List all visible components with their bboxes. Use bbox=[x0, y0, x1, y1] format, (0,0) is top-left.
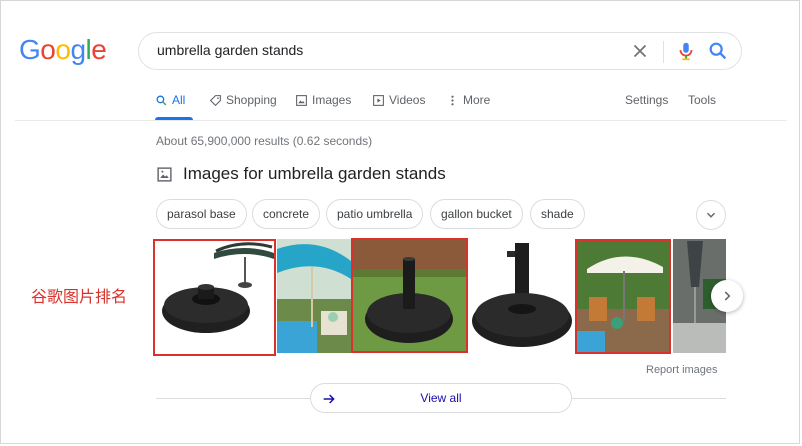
tab-label: All bbox=[172, 93, 186, 107]
settings-link[interactable]: Settings bbox=[625, 93, 668, 107]
logo-letter: e bbox=[91, 34, 107, 65]
result-stats: About 65,900,000 results (0.62 seconds) bbox=[156, 134, 373, 148]
tab-label: Shopping bbox=[226, 93, 277, 107]
browser-frame: Google All Shopping Images bbox=[0, 0, 800, 444]
chevron-right-icon bbox=[724, 291, 731, 301]
tab-more[interactable]: More bbox=[446, 93, 490, 107]
chip-concrete[interactable]: concrete bbox=[252, 199, 321, 229]
image-result-base-on-grass[interactable] bbox=[353, 239, 467, 353]
tag-icon bbox=[209, 94, 221, 106]
image-result-patio[interactable] bbox=[577, 239, 671, 353]
image-result-cast-base[interactable] bbox=[469, 239, 575, 353]
annotation-label: 谷歌图片排名 bbox=[31, 287, 128, 306]
view-all-label: View all bbox=[420, 391, 462, 405]
images-heading-text: Images for umbrella garden stands bbox=[183, 164, 446, 183]
carousel-next-button[interactable] bbox=[711, 280, 743, 312]
more-vert-icon bbox=[451, 95, 454, 105]
mic-icon[interactable] bbox=[675, 40, 697, 62]
header-divider bbox=[15, 120, 787, 121]
tab-label: Videos bbox=[389, 93, 426, 107]
tab-label: Images bbox=[312, 93, 352, 107]
image-icon bbox=[296, 94, 307, 106]
expand-chips-button[interactable] bbox=[696, 200, 726, 230]
search-box bbox=[138, 32, 742, 70]
close-icon[interactable] bbox=[629, 40, 651, 62]
chip-shade[interactable]: shade bbox=[530, 199, 585, 229]
images-heading[interactable]: Images for umbrella garden stands bbox=[156, 164, 446, 184]
tab-shopping[interactable]: Shopping bbox=[209, 93, 277, 107]
search-icon bbox=[156, 95, 167, 105]
logo-letter: G bbox=[19, 34, 41, 65]
tab-label: More bbox=[463, 93, 491, 107]
image-icon bbox=[157, 166, 172, 182]
chip-gallon-bucket[interactable]: gallon bucket bbox=[430, 199, 523, 229]
image-result-pool-umbrella[interactable] bbox=[277, 239, 351, 353]
tab-images[interactable]: Images bbox=[295, 93, 351, 107]
google-logo[interactable]: Google bbox=[19, 34, 107, 66]
search-icon[interactable] bbox=[707, 40, 729, 62]
image-carousel bbox=[154, 239, 726, 353]
report-images-link[interactable]: Report images bbox=[646, 364, 718, 376]
chip-parasol-base[interactable]: parasol base bbox=[156, 199, 247, 229]
view-all-button[interactable]: View all bbox=[310, 383, 572, 413]
image-result-parasol-base[interactable] bbox=[154, 239, 275, 353]
chip-patio-umbrella[interactable]: patio umbrella bbox=[326, 199, 424, 229]
chevron-down-icon bbox=[707, 212, 715, 218]
logo-letter: g bbox=[70, 34, 86, 65]
logo-letter: o bbox=[55, 34, 71, 65]
logo-letter: o bbox=[40, 34, 56, 65]
search-divider bbox=[663, 41, 664, 63]
search-input[interactable] bbox=[157, 42, 607, 58]
play-icon bbox=[373, 94, 384, 106]
tools-link[interactable]: Tools bbox=[688, 93, 716, 107]
tab-all[interactable]: All bbox=[155, 93, 185, 107]
tab-videos[interactable]: Videos bbox=[372, 93, 425, 107]
